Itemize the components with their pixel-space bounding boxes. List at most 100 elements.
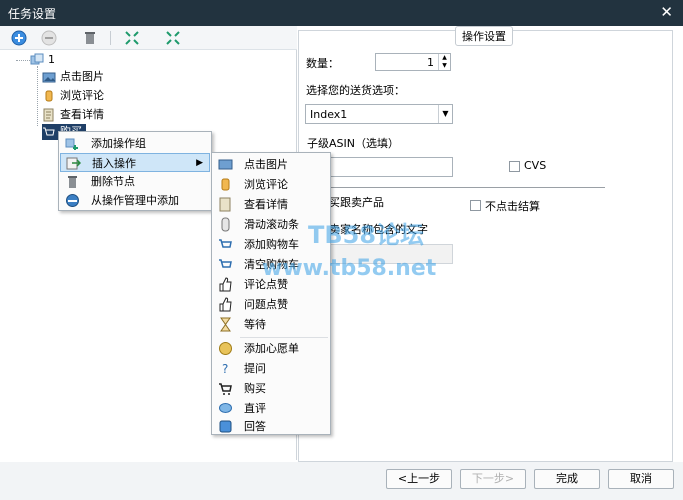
menu-item-label: 添加操作组 [91,137,146,150]
submenu-item-add-to-cart[interactable]: 添加购物车 [213,235,329,254]
expand-icon[interactable] [124,30,140,46]
shipping-select[interactable]: Index1 ▼ [305,104,453,124]
document-icon [43,108,54,122]
tree-item-click-image[interactable]: 点击图片 [42,69,104,85]
spin-arrows-icon[interactable]: ▲ ▼ [438,54,450,70]
submenu-item-label: 问题点赞 [244,298,288,311]
next-button[interactable]: 下一步> [460,469,526,489]
quantity-stepper[interactable]: 1 ▲ ▼ [375,53,451,71]
scroll-mouse-icon [221,217,230,232]
question-icon: ? [222,362,228,376]
shipping-value: Index1 [310,108,348,121]
hand-icon [45,90,53,102]
manager-icon [66,194,79,207]
answer-icon [219,420,232,433]
tree-item-label: 查看详情 [60,108,104,121]
thumbs-up-icon [219,297,232,312]
submenu-item-label: 滑动滚动条 [244,218,299,231]
submenu-item-direct-review[interactable]: 直评 [213,399,329,418]
prev-button[interactable]: <上一步 [386,469,452,489]
submenu-item-label: 清空购物车 [244,258,299,271]
submenu-item-clear-cart[interactable]: 清空购物车 [213,255,329,274]
submenu-item-scroll[interactable]: 滑动滚动条 [213,215,329,234]
chevron-down-icon[interactable]: ▼ [438,105,452,123]
close-icon[interactable]: ✕ [660,3,673,21]
window-title: 任务设置 [8,7,57,21]
hand-icon [221,178,230,191]
divider [305,187,605,188]
collapse-icon[interactable] [165,30,181,46]
image-icon [42,72,56,83]
submenu-item-label: 添加心愿单 [244,342,299,355]
submenu-item-answer[interactable]: 回答 [213,417,329,436]
insert-operation-submenu: 点击图片 浏览评论 查看详情 滑动滚动条 添加购物车 清空购物车 评论点赞 问题… [211,152,331,435]
menu-separator [240,337,328,338]
thumbs-up-icon [219,277,232,292]
submenu-item-add-wishlist[interactable]: 添加心愿单 [213,339,329,358]
menu-item-insert-operation[interactable]: 插入操作 ▶ [60,153,210,172]
menu-item-label: 从操作管理中添加 [91,194,179,207]
remove-icon[interactable] [41,30,57,46]
tree-item-browse-reviews[interactable]: 浏览评论 [42,88,104,104]
finish-button[interactable]: 完成 [534,469,600,489]
operation-settings-panel: 操作设置 数量： 1 ▲ ▼ 选择您的送货选项： Index1 ▼ 子级ASIN（… [298,26,673,462]
tree-connector [37,66,38,126]
buy-follow-seller-label: 买跟卖产品 [329,196,384,209]
comment-icon [219,403,232,413]
cart-icon [219,383,232,395]
menu-item-delete-node[interactable]: 删除节点 [60,172,210,191]
toolbar-separator [110,31,111,45]
menu-item-add-group[interactable]: 添加操作组 [60,134,210,153]
submenu-item-label: 添加购物车 [244,238,299,251]
cvs-checkbox[interactable] [509,161,520,172]
no-checkout-label: 不点击结算 [485,200,540,213]
add-icon[interactable] [11,30,27,46]
delete-icon[interactable] [82,30,98,46]
submenu-item-label: 等待 [244,318,266,331]
tree-connector [16,60,30,61]
shipping-label: 选择您的送货选项： [306,84,405,97]
wishlist-icon [219,342,232,355]
clear-cart-icon [219,259,232,268]
submenu-item-label: 点击图片 [244,158,288,171]
submenu-item-like-review[interactable]: 评论点赞 [213,275,329,294]
submenu-item-label: 直评 [244,402,266,415]
cart-icon [43,127,55,136]
cancel-button[interactable]: 取消 [608,469,674,489]
trash-icon [68,176,77,188]
hourglass-icon [220,317,231,332]
submenu-item-like-question[interactable]: 问题点赞 [213,295,329,314]
submenu-item-ask[interactable]: ? 提问 [213,359,329,378]
submenu-item-label: 浏览评论 [244,178,288,191]
context-menu: 添加操作组 插入操作 ▶ 删除节点 从操作管理中添加 [58,131,212,211]
image-icon [218,159,233,170]
no-checkout-checkbox[interactable] [470,200,481,211]
submenu-item-label: 购买 [244,382,266,395]
submenu-item-browse-reviews[interactable]: 浏览评论 [213,175,329,194]
cvs-label: CVS [524,159,547,172]
insert-icon [66,157,81,170]
svg-text:?: ? [222,362,228,376]
submenu-item-click-image[interactable]: 点击图片 [213,155,329,174]
seller-name-label: 卖家名称包含的文字 [329,223,428,236]
document-icon [219,197,231,212]
menu-item-label: 删除节点 [91,175,135,188]
submenu-item-view-details[interactable]: 查看详情 [213,195,329,214]
group-icon [30,53,44,65]
submenu-arrow-icon: ▶ [196,158,203,168]
quantity-label: 数量： [306,57,339,70]
submenu-item-wait[interactable]: 等待 [213,315,329,334]
submenu-item-label: 查看详情 [244,198,288,211]
menu-item-add-from-manager[interactable]: 从操作管理中添加 [60,191,210,210]
tree-item-view-details[interactable]: 查看详情 [42,107,104,123]
submenu-item-buy[interactable]: 购买 [213,379,329,398]
group-title: 操作设置 [455,26,513,46]
add-group-icon [65,138,78,150]
quantity-value: 1 [427,56,434,69]
child-asin-label: 子级ASIN（选填） [307,137,399,150]
tree-root-label: 1 [48,53,55,66]
tree-toolbar [0,26,297,50]
tree-item-label: 点击图片 [60,70,104,83]
tree-root[interactable]: 1 [30,52,55,68]
submenu-item-label: 评论点赞 [244,278,288,291]
